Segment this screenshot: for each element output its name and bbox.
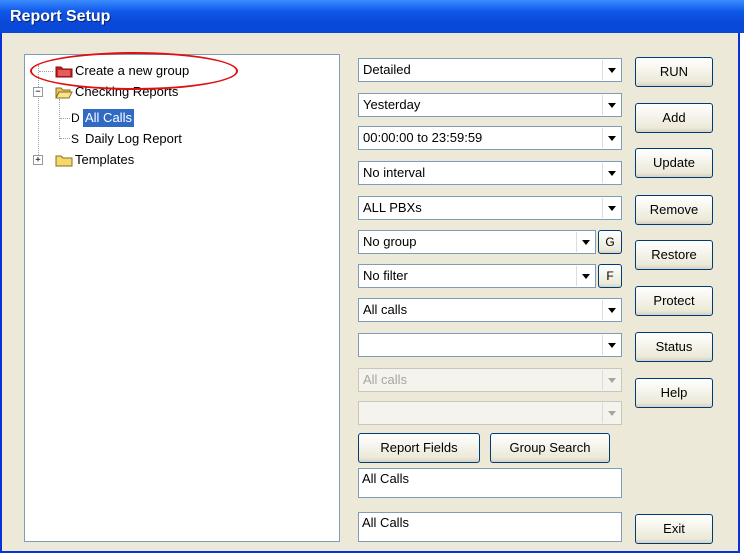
chevron-down-icon[interactable]	[602, 335, 620, 355]
blank-select[interactable]	[358, 333, 622, 357]
filter-select[interactable]: No filter	[358, 264, 596, 288]
chevron-down-icon[interactable]	[602, 163, 620, 183]
tree-connector-line	[60, 118, 70, 119]
remove-button[interactable]: Remove	[635, 195, 713, 225]
report-type-value: Detailed	[363, 62, 411, 77]
chevron-down-icon[interactable]	[602, 95, 620, 115]
call-type-value: All calls	[363, 302, 408, 317]
report-name-field[interactable]: All Calls	[358, 468, 622, 498]
call-type-select-disabled: All calls	[358, 368, 622, 392]
group-select[interactable]: No group	[358, 230, 596, 254]
run-button[interactable]: RUN	[635, 57, 713, 87]
tree-item-label: All Calls	[83, 109, 134, 127]
tree-connector-line	[60, 138, 70, 139]
report-setup-window: Report Setup Create a new group − Checki…	[0, 0, 744, 553]
blank-select-disabled	[358, 401, 622, 425]
chevron-down-icon[interactable]	[576, 266, 594, 286]
time-range-select[interactable]: 00:00:00 to 23:59:59	[358, 126, 622, 150]
report-title-field[interactable]: All Calls	[358, 512, 622, 542]
call-type-disabled-value: All calls	[363, 372, 408, 387]
report-type-select[interactable]: Detailed	[358, 58, 622, 82]
chevron-down-icon[interactable]	[602, 128, 620, 148]
chevron-down-icon[interactable]	[602, 60, 620, 80]
collapse-toggle[interactable]: −	[33, 87, 43, 97]
open-folder-icon	[55, 87, 73, 99]
tree-connector-line	[38, 65, 39, 159]
group-g-button[interactable]: G	[598, 230, 622, 254]
chevron-down-icon[interactable]	[602, 300, 620, 320]
protect-button[interactable]: Protect	[635, 286, 713, 316]
restore-button[interactable]: Restore	[635, 240, 713, 270]
pbx-select[interactable]: ALL PBXs	[358, 196, 622, 220]
pbx-value: ALL PBXs	[363, 200, 422, 215]
chevron-down-icon	[602, 370, 620, 390]
add-button[interactable]: Add	[635, 103, 713, 133]
detailed-report-icon: D	[71, 111, 80, 125]
filter-value: No filter	[363, 268, 408, 283]
tree-item-label: Templates	[75, 152, 135, 167]
date-range-select[interactable]: Yesterday	[358, 93, 622, 117]
tree-item-label: Daily Log Report	[85, 131, 182, 146]
interval-value: No interval	[363, 165, 426, 180]
interval-select[interactable]: No interval	[358, 161, 622, 185]
report-tree[interactable]: Create a new group − Checking Reports D …	[24, 54, 340, 542]
expand-toggle[interactable]: +	[33, 155, 43, 165]
highlight-annotation	[30, 52, 238, 90]
filter-f-button[interactable]: F	[598, 264, 622, 288]
summary-report-icon: S	[71, 132, 80, 146]
update-button[interactable]: Update	[635, 148, 713, 178]
call-type-select[interactable]: All calls	[358, 298, 622, 322]
status-button[interactable]: Status	[635, 332, 713, 362]
folder-icon	[55, 155, 73, 167]
tree-connector-line	[59, 99, 60, 139]
date-range-value: Yesterday	[363, 97, 421, 112]
chevron-down-icon[interactable]	[576, 232, 594, 252]
group-value: No group	[363, 234, 417, 249]
chevron-down-icon[interactable]	[602, 198, 620, 218]
window-title: Report Setup	[0, 0, 744, 33]
exit-button[interactable]: Exit	[635, 514, 713, 544]
group-search-button[interactable]: Group Search	[490, 433, 610, 463]
report-fields-button[interactable]: Report Fields	[358, 433, 480, 463]
chevron-down-icon	[602, 403, 620, 423]
help-button[interactable]: Help	[635, 378, 713, 408]
time-range-value: 00:00:00 to 23:59:59	[363, 130, 483, 145]
